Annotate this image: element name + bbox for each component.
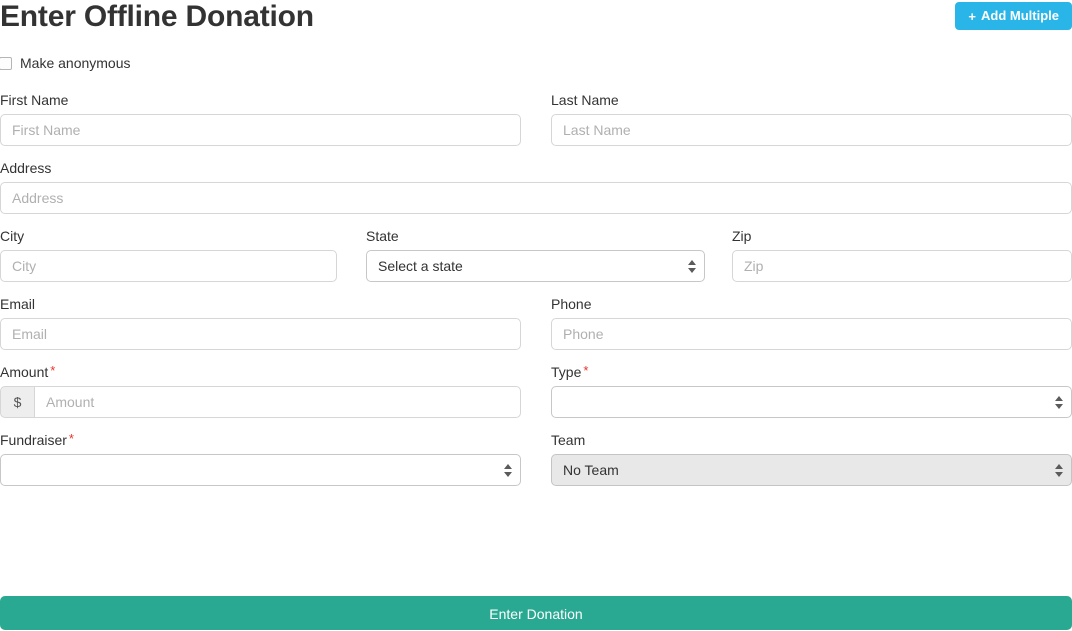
make-anonymous-row: Make anonymous xyxy=(0,55,131,71)
type-label: Type * xyxy=(551,364,1072,380)
plus-icon: + xyxy=(968,8,976,24)
email-label: Email xyxy=(0,296,36,312)
first-name-field: First Name xyxy=(0,92,521,146)
first-name-input[interactable] xyxy=(0,114,521,146)
fundraiser-team-row: Fundraiser * Team No Team xyxy=(0,432,1072,486)
last-name-label: Last Name xyxy=(551,92,619,108)
address-field: Address xyxy=(0,160,1072,214)
fundraiser-select[interactable] xyxy=(0,454,521,486)
zip-field: Zip xyxy=(732,228,1072,282)
page-title: Enter Offline Donation xyxy=(0,0,314,33)
add-multiple-button[interactable]: + Add Multiple xyxy=(955,2,1072,30)
type-select[interactable] xyxy=(551,386,1072,418)
city-label: City xyxy=(0,228,25,244)
email-input[interactable] xyxy=(0,318,521,350)
make-anonymous-checkbox[interactable] xyxy=(0,56,12,70)
required-asterisk: * xyxy=(50,363,56,378)
zip-label: Zip xyxy=(732,228,752,244)
offline-donation-page: Enter Offline Donation + Add Multiple Ma… xyxy=(0,0,1072,630)
email-field: Email xyxy=(0,296,521,350)
zip-input[interactable] xyxy=(732,250,1072,282)
email-phone-row: Email Phone xyxy=(0,296,1072,350)
state-select[interactable]: Select a state xyxy=(366,250,705,282)
amount-field: Amount * $ xyxy=(0,364,521,418)
first-name-label: First Name xyxy=(0,92,69,108)
currency-symbol-icon: $ xyxy=(0,386,34,418)
city-input[interactable] xyxy=(0,250,337,282)
team-field: Team No Team xyxy=(551,432,1072,486)
amount-input-group: $ xyxy=(0,386,521,418)
amount-type-row: Amount* $ Type* xyxy=(0,364,1072,418)
amount-input[interactable] xyxy=(34,386,521,418)
phone-field: Phone xyxy=(551,296,1072,350)
last-name-input[interactable] xyxy=(551,114,1072,146)
make-anonymous-label[interactable]: Make anonymous xyxy=(20,55,131,71)
address-row: Address xyxy=(0,160,1072,214)
type-field: Type * xyxy=(551,364,1072,418)
page-header: Enter Offline Donation + Add Multiple xyxy=(0,0,1072,38)
fundraiser-field: Fundraiser * xyxy=(0,432,521,486)
fundraiser-label: Fundraiser * xyxy=(0,432,521,448)
enter-donation-button[interactable]: Enter Donation xyxy=(0,596,1072,630)
donation-form: First Name Last Name Address City State xyxy=(0,92,1072,500)
team-select-wrap: No Team xyxy=(551,454,1072,486)
amount-label: Amount * xyxy=(0,364,521,380)
address-input[interactable] xyxy=(0,182,1072,214)
city-field: City xyxy=(0,228,337,282)
add-multiple-label: Add Multiple xyxy=(981,8,1059,23)
name-row: First Name Last Name xyxy=(0,92,1072,146)
phone-label: Phone xyxy=(551,296,592,312)
state-label: State xyxy=(366,228,399,244)
team-select[interactable]: No Team xyxy=(551,454,1072,486)
required-asterisk: * xyxy=(68,431,74,446)
phone-input[interactable] xyxy=(551,318,1072,350)
team-label: Team xyxy=(551,432,586,448)
address-label: Address xyxy=(0,160,52,176)
state-field: State Select a state xyxy=(366,228,705,282)
amount-label-text: Amount xyxy=(0,364,49,380)
fundraiser-label-text: Fundraiser xyxy=(0,432,67,448)
city-state-zip-row: City State Select a state Zip xyxy=(0,228,1072,282)
required-asterisk: * xyxy=(583,363,589,378)
last-name-field: Last Name xyxy=(551,92,1072,146)
type-label-text: Type xyxy=(551,364,582,380)
type-select-wrap xyxy=(551,386,1072,418)
fundraiser-select-wrap xyxy=(0,454,521,486)
state-select-wrap: Select a state xyxy=(366,250,705,282)
